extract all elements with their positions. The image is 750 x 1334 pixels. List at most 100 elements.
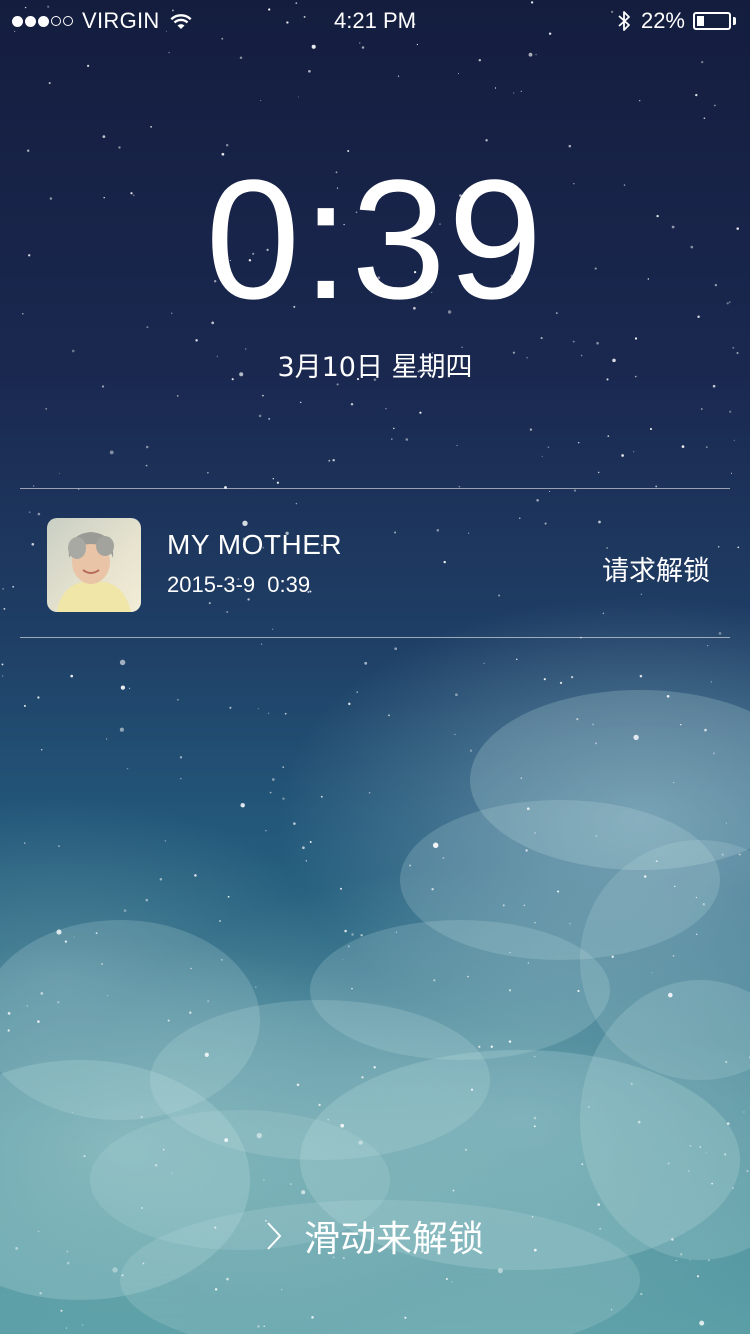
- star: [344, 929, 347, 933]
- star: [281, 1289, 283, 1291]
- star: [409, 864, 412, 867]
- star: [572, 340, 575, 343]
- star: [469, 749, 473, 752]
- star: [699, 1320, 705, 1326]
- star: [724, 1153, 727, 1156]
- lockscreen-date: 3月10日 星期四: [277, 352, 473, 383]
- star: [145, 445, 149, 449]
- star: [478, 1045, 481, 1048]
- star: [595, 835, 598, 837]
- star: [577, 441, 580, 444]
- star: [109, 450, 114, 455]
- star: [705, 446, 708, 449]
- star: [40, 992, 44, 995]
- star: [513, 92, 515, 94]
- star: [37, 1020, 40, 1023]
- star: [327, 1119, 329, 1121]
- star: [340, 1123, 345, 1128]
- star: [276, 481, 280, 484]
- star: [529, 428, 533, 431]
- star: [12, 585, 15, 588]
- star: [702, 902, 706, 906]
- star: [502, 904, 505, 907]
- star: [126, 767, 129, 770]
- star: [102, 135, 106, 138]
- star: [263, 1179, 265, 1182]
- star: [533, 1116, 537, 1120]
- star: [145, 464, 148, 467]
- battery-percent: 22%: [640, 8, 685, 33]
- star: [732, 1187, 734, 1189]
- request-unlock-button[interactable]: 请求解锁: [602, 549, 710, 588]
- star: [23, 704, 26, 707]
- star: [145, 898, 149, 902]
- star: [129, 687, 131, 689]
- star: [452, 1189, 455, 1192]
- star: [328, 459, 331, 462]
- star: [416, 43, 419, 46]
- star: [393, 427, 395, 430]
- star: [301, 1190, 306, 1195]
- star: [305, 860, 308, 862]
- star: [674, 885, 676, 888]
- star: [695, 93, 698, 97]
- star: [2, 588, 4, 590]
- star: [695, 896, 698, 899]
- star: [260, 100, 262, 102]
- star: [296, 1083, 300, 1087]
- star: [258, 414, 262, 418]
- star: [540, 337, 543, 340]
- star: [351, 987, 353, 990]
- star: [167, 1019, 170, 1022]
- star: [177, 698, 179, 701]
- star: [351, 933, 354, 936]
- star: [543, 678, 546, 681]
- star: [547, 446, 550, 449]
- star: [700, 408, 703, 410]
- star: [48, 82, 51, 85]
- star: [385, 407, 387, 410]
- star: [733, 439, 735, 441]
- star: [703, 117, 706, 120]
- star: [666, 694, 670, 698]
- star: [168, 51, 170, 54]
- star: [630, 1082, 633, 1085]
- slide-to-unlock[interactable]: 滑动来解锁: [0, 1210, 750, 1262]
- star: [597, 471, 600, 474]
- star: [405, 438, 409, 441]
- star: [639, 674, 643, 678]
- star: [299, 401, 302, 404]
- star: [207, 472, 209, 474]
- star: [673, 781, 675, 784]
- star: [269, 791, 272, 794]
- star: [257, 708, 259, 710]
- star: [535, 53, 537, 56]
- star: [568, 144, 572, 148]
- star: [643, 875, 647, 878]
- star: [516, 658, 518, 661]
- star: [101, 385, 105, 388]
- battery-tip: [733, 17, 736, 25]
- star: [361, 46, 365, 49]
- star: [687, 1170, 690, 1172]
- notification-title: MY MOTHER: [167, 529, 343, 560]
- star: [71, 1111, 74, 1114]
- star: [219, 920, 221, 922]
- star: [95, 932, 98, 935]
- star: [347, 945, 350, 948]
- star: [681, 445, 685, 448]
- star: [696, 933, 698, 935]
- star: [194, 874, 197, 877]
- star: [478, 58, 482, 62]
- star: [272, 477, 275, 480]
- bluetooth-icon: [618, 11, 630, 31]
- notification-card[interactable]: MY MOTHER 2015-3-9 0:39 请求解锁: [20, 489, 730, 637]
- star: [267, 712, 270, 714]
- notification-timestamp: 2015-3-9 0:39: [167, 572, 311, 597]
- star: [262, 394, 264, 397]
- star: [73, 936, 75, 938]
- contact-photo: [47, 518, 141, 612]
- battery-icon: [693, 12, 731, 30]
- star: [725, 1060, 728, 1064]
- star: [176, 395, 179, 397]
